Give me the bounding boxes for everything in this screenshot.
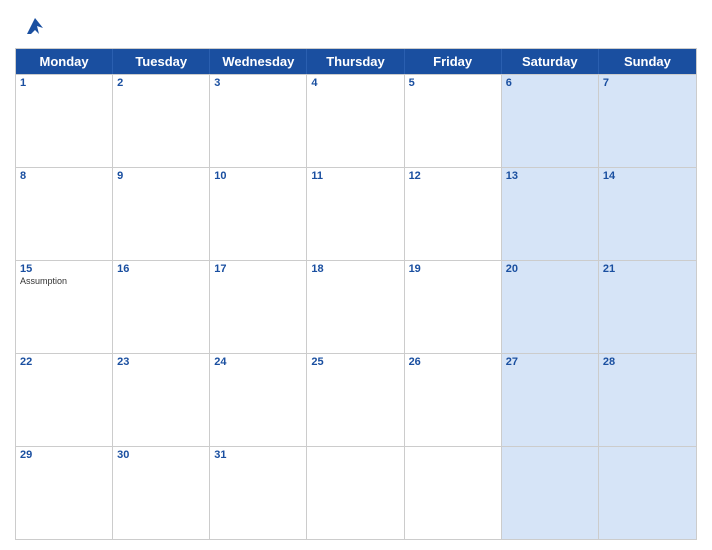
day-number: 4: [311, 77, 399, 89]
calendar-cell: 8: [16, 168, 113, 260]
day-number: 12: [409, 170, 497, 182]
calendar-cell: [307, 447, 404, 539]
day-number: 26: [409, 356, 497, 368]
header-cell-wednesday: Wednesday: [210, 49, 307, 74]
calendar-cell: 3: [210, 75, 307, 167]
calendar-cell: 16: [113, 261, 210, 353]
calendar-cell: 14: [599, 168, 696, 260]
calendar-cell: 12: [405, 168, 502, 260]
header-cell-monday: Monday: [16, 49, 113, 74]
day-number: 25: [311, 356, 399, 368]
calendar-cell: 20: [502, 261, 599, 353]
day-number: 11: [311, 170, 399, 182]
calendar-cell: 7: [599, 75, 696, 167]
calendar-row: 15Assumption 16 17 18 19 20 21: [16, 260, 696, 353]
day-number: 17: [214, 263, 302, 275]
calendar-cell: 4: [307, 75, 404, 167]
calendar-cell: 21: [599, 261, 696, 353]
calendar-row: 89 10 11 12 13 14: [16, 167, 696, 260]
event-label: Assumption: [20, 276, 108, 286]
calendar-cell: 22: [16, 354, 113, 446]
day-number: 30: [117, 449, 205, 461]
calendar-cell: 25: [307, 354, 404, 446]
calendar-header: MondayTuesdayWednesdayThursdayFridaySatu…: [16, 49, 696, 74]
day-number: 15: [20, 263, 108, 275]
day-number: 3: [214, 77, 302, 89]
calendar-cell: 17: [210, 261, 307, 353]
day-number: 23: [117, 356, 205, 368]
day-number: 8: [20, 170, 108, 182]
day-number: 19: [409, 263, 497, 275]
day-number: 22: [20, 356, 108, 368]
day-number: 6: [506, 77, 594, 89]
calendar-cell: 15Assumption: [16, 261, 113, 353]
calendar-cell: 28: [599, 354, 696, 446]
day-number: 2: [117, 77, 205, 89]
day-number: 29: [20, 449, 108, 461]
day-number: 14: [603, 170, 692, 182]
calendar-cell: [502, 447, 599, 539]
day-number: 28: [603, 356, 692, 368]
calendar-row: 29 30 31: [16, 446, 696, 539]
header-cell-sunday: Sunday: [599, 49, 696, 74]
calendar-cell: 13: [502, 168, 599, 260]
calendar-cell: 24: [210, 354, 307, 446]
day-number: 9: [117, 170, 205, 182]
day-number: 7: [603, 77, 692, 89]
calendar-row: 22 23 24 25 26 27 28: [16, 353, 696, 446]
day-number: 31: [214, 449, 302, 461]
day-number: 10: [214, 170, 302, 182]
calendar-cell: 18: [307, 261, 404, 353]
calendar-cell: [599, 447, 696, 539]
calendar-cell: 2: [113, 75, 210, 167]
calendar-row: 1234567: [16, 74, 696, 167]
day-number: 18: [311, 263, 399, 275]
header-cell-saturday: Saturday: [502, 49, 599, 74]
day-number: 24: [214, 356, 302, 368]
calendar-cell: 23: [113, 354, 210, 446]
calendar-cell: 11: [307, 168, 404, 260]
header-cell-friday: Friday: [405, 49, 502, 74]
calendar-cell: 9: [113, 168, 210, 260]
calendar-body: 123456789101112131415Assumption161718192…: [16, 74, 696, 539]
header-cell-tuesday: Tuesday: [113, 49, 210, 74]
logo-icon: [19, 10, 51, 42]
calendar-cell: [405, 447, 502, 539]
calendar-cell: 6: [502, 75, 599, 167]
logo: [19, 10, 55, 42]
day-number: 20: [506, 263, 594, 275]
calendar-cell: 26: [405, 354, 502, 446]
day-number: 1: [20, 77, 108, 89]
calendar-cell: 31: [210, 447, 307, 539]
calendar-cell: 5: [405, 75, 502, 167]
page: MondayTuesdayWednesdayThursdayFridaySatu…: [0, 0, 712, 550]
day-number: 13: [506, 170, 594, 182]
day-number: 27: [506, 356, 594, 368]
page-header: [15, 10, 697, 42]
calendar-cell: 10: [210, 168, 307, 260]
day-number: 16: [117, 263, 205, 275]
calendar-cell: 1: [16, 75, 113, 167]
calendar-cell: 19: [405, 261, 502, 353]
calendar-cell: 27: [502, 354, 599, 446]
calendar: MondayTuesdayWednesdayThursdayFridaySatu…: [15, 48, 697, 540]
calendar-cell: 30: [113, 447, 210, 539]
calendar-cell: 29: [16, 447, 113, 539]
day-number: 21: [603, 263, 692, 275]
day-number: 5: [409, 77, 497, 89]
header-cell-thursday: Thursday: [307, 49, 404, 74]
